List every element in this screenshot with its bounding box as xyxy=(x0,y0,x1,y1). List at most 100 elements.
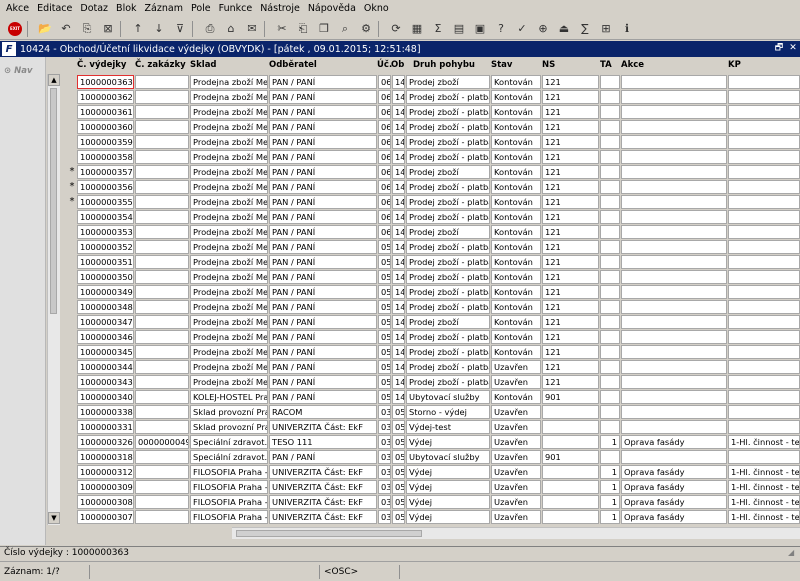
cell-stav[interactable]: Kontován xyxy=(491,105,541,119)
cell-druh[interactable]: Prodej zboží - platba k xyxy=(406,255,490,269)
cell-vyd[interactable]: 1000000338 xyxy=(77,405,134,419)
cell-ta[interactable]: 1 xyxy=(600,465,620,479)
cell-ta[interactable] xyxy=(600,105,620,119)
cell-odb[interactable]: PAN / PANÍ xyxy=(269,450,377,464)
cell-zak[interactable] xyxy=(135,255,189,269)
table-row[interactable]: * 1000000356 Prodejna zboží Med PAN / PANÍ 0… xyxy=(47,180,800,195)
table-row[interactable]: 1000000349 Prodejna zboží Med PAN / PANÍ 05… xyxy=(47,285,800,300)
cell-druh[interactable]: Prodej zboží xyxy=(406,315,490,329)
filter-icon[interactable]: ⊽ xyxy=(171,20,189,38)
cell-odb[interactable]: PAN / PANÍ xyxy=(269,180,377,194)
column-header[interactable]: Stav xyxy=(491,60,512,70)
cell-stav[interactable]: Kontován xyxy=(491,255,541,269)
cell-akce[interactable] xyxy=(621,210,727,224)
cell-druh[interactable]: Ubytovací služby xyxy=(406,390,490,404)
table-row[interactable]: 1000000340 KOLEJ-HOSTEL Pra PAN / PANÍ 05 14… xyxy=(47,390,800,405)
cell-uc[interactable]: 03 xyxy=(378,420,391,434)
cell-uc[interactable]: 06 xyxy=(378,225,391,239)
cell-odb[interactable]: RACOM xyxy=(269,405,377,419)
cell-kp[interactable] xyxy=(728,150,800,164)
cell-stav[interactable]: Uzavřen xyxy=(491,360,541,374)
cell-zak[interactable] xyxy=(135,465,189,479)
cell-ns[interactable]: 121 xyxy=(542,345,599,359)
cell-zak[interactable] xyxy=(135,420,189,434)
cell-akce[interactable] xyxy=(621,75,727,89)
cell-zak[interactable] xyxy=(135,135,189,149)
cell-kp[interactable]: 1-Hl. činnost - tes xyxy=(728,480,800,494)
cell-ns[interactable] xyxy=(542,405,599,419)
cell-uc[interactable]: 03 xyxy=(378,495,391,509)
menu-item[interactable]: Okno xyxy=(360,0,393,18)
cell-akce[interactable]: Oprava fasády xyxy=(621,480,727,494)
cell-ta[interactable] xyxy=(600,225,620,239)
cell-zak[interactable] xyxy=(135,270,189,284)
cell-ns[interactable]: 121 xyxy=(542,315,599,329)
cell-kp[interactable] xyxy=(728,270,800,284)
cell-vyd[interactable]: 1000000356 xyxy=(77,180,134,194)
mail-icon[interactable]: ✉ xyxy=(243,20,261,38)
cell-ob[interactable]: 14 xyxy=(392,300,405,314)
cell-sklad[interactable]: Prodejna zboží Med xyxy=(190,75,268,89)
cell-druh[interactable]: Prodej zboží - platba k xyxy=(406,210,490,224)
cell-stav[interactable]: Kontován xyxy=(491,225,541,239)
table-row[interactable]: 1000000351 Prodejna zboží Med PAN / PANÍ 05… xyxy=(47,255,800,270)
cell-ns[interactable]: 121 xyxy=(542,195,599,209)
cell-zak[interactable] xyxy=(135,405,189,419)
cell-druh[interactable]: Prodej zboží xyxy=(406,75,490,89)
cell-ta[interactable]: 1 xyxy=(600,480,620,494)
cell-sklad[interactable]: Prodejna zboží Med xyxy=(190,255,268,269)
cell-ob[interactable]: 14 xyxy=(392,315,405,329)
cell-kp[interactable] xyxy=(728,240,800,254)
cell-druh[interactable]: Prodej zboží - platba k xyxy=(406,285,490,299)
cell-ob[interactable]: 05 xyxy=(392,450,405,464)
cell-druh[interactable]: Prodej zboží - platba k xyxy=(406,135,490,149)
cell-zak[interactable] xyxy=(135,360,189,374)
table-row[interactable]: 1000000326 0000000049 Speciální zdravot. n… xyxy=(47,435,800,450)
cell-stav[interactable]: Kontován xyxy=(491,285,541,299)
cell-akce[interactable] xyxy=(621,225,727,239)
cell-akce[interactable] xyxy=(621,195,727,209)
table-row[interactable]: 1000000344 Prodejna zboží Med PAN / PANÍ 05… xyxy=(47,360,800,375)
cell-odb[interactable]: PAN / PANÍ xyxy=(269,330,377,344)
cell-stav[interactable]: Kontován xyxy=(491,330,541,344)
cell-stav[interactable]: Kontován xyxy=(491,270,541,284)
table-row[interactable]: 1000000318 Speciální zdravot. n PAN / PANÍ… xyxy=(47,450,800,465)
cell-kp[interactable]: 1-Hl. činnost - tes xyxy=(728,510,800,524)
cell-druh[interactable]: Výdej xyxy=(406,465,490,479)
spellcheck-icon[interactable]: ✓ xyxy=(513,20,531,38)
cell-ob[interactable]: 14 xyxy=(392,210,405,224)
table-row[interactable]: 1000000352 Prodejna zboží Med PAN / PANÍ 05… xyxy=(47,240,800,255)
cell-vyd[interactable]: 1000000355 xyxy=(77,195,134,209)
cell-stav[interactable]: Kontován xyxy=(491,240,541,254)
cell-vyd[interactable]: 1000000350 xyxy=(77,270,134,284)
table-row[interactable]: 1000000331 Sklad provozní Pra UNIVERZITA Č… xyxy=(47,420,800,435)
copy-record-icon[interactable]: ⎘ xyxy=(78,20,96,38)
cell-stav[interactable]: Kontován xyxy=(491,315,541,329)
cell-sklad[interactable]: FILOSOFIA Praha - xyxy=(190,480,268,494)
cell-ta[interactable] xyxy=(600,270,620,284)
cell-ta[interactable] xyxy=(600,315,620,329)
delete-record-icon[interactable]: ⊠ xyxy=(99,20,117,38)
cell-sklad[interactable]: Prodejna zboží Med xyxy=(190,345,268,359)
cell-akce[interactable] xyxy=(621,300,727,314)
cell-vyd[interactable]: 1000000347 xyxy=(77,315,134,329)
cell-odb[interactable]: PAN / PANÍ xyxy=(269,285,377,299)
menu-item[interactable]: Editace xyxy=(33,0,76,18)
cell-sklad[interactable]: Prodejna zboží Med xyxy=(190,270,268,284)
cell-sklad[interactable]: Speciální zdravot. n xyxy=(190,435,268,449)
cell-odb[interactable]: PAN / PANÍ xyxy=(269,75,377,89)
menu-item[interactable]: Záznam xyxy=(141,0,187,18)
cell-sklad[interactable]: Prodejna zboží Med xyxy=(190,360,268,374)
help-icon[interactable]: ? xyxy=(492,20,510,38)
cell-kp[interactable] xyxy=(728,75,800,89)
table-row[interactable]: 1000000360 Prodejna zboží Med PAN / PANÍ 06… xyxy=(47,120,800,135)
cell-ta[interactable] xyxy=(600,165,620,179)
cell-kp[interactable] xyxy=(728,345,800,359)
cell-zak[interactable] xyxy=(135,225,189,239)
cell-vyd[interactable]: 1000000343 xyxy=(77,375,134,389)
cell-odb[interactable]: UNIVERZITA Část: EkF xyxy=(269,420,377,434)
cell-ns[interactable]: 121 xyxy=(542,270,599,284)
restore-button[interactable]: 🗗 xyxy=(773,42,785,54)
sum-icon[interactable]: Σ xyxy=(429,20,447,38)
cell-sklad[interactable]: Prodejna zboží Med xyxy=(190,150,268,164)
